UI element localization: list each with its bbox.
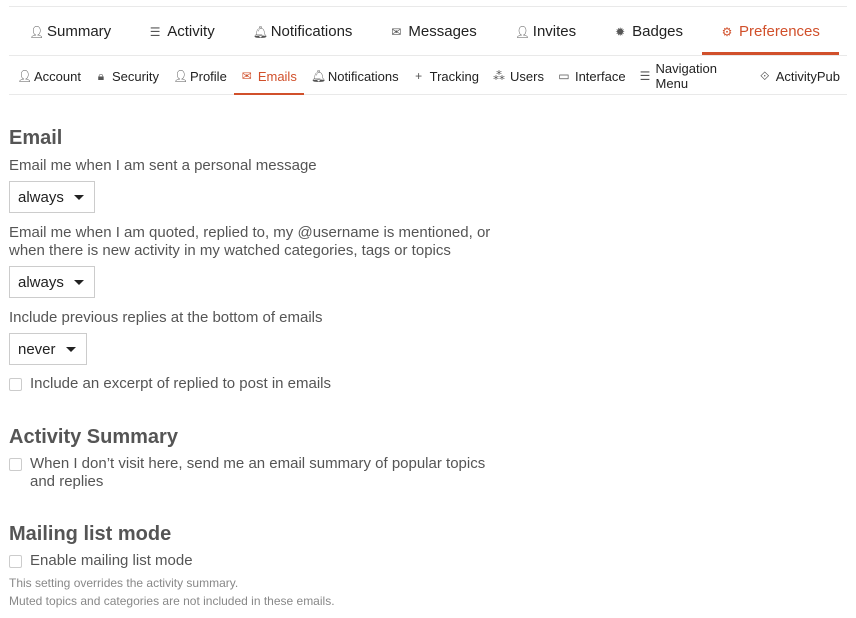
user-plus-icon: 👤︎ bbox=[514, 24, 531, 39]
caret-down-icon bbox=[73, 194, 84, 200]
envelope-icon: ✉ bbox=[241, 69, 252, 83]
subtab-emails[interactable]: ✉ Emails bbox=[233, 58, 304, 95]
users-icon: ⁂ bbox=[493, 69, 506, 83]
previous-replies-select[interactable]: never bbox=[9, 333, 87, 365]
excerpt-checkbox[interactable] bbox=[9, 378, 22, 391]
envelope-icon: ✉ bbox=[391, 24, 402, 39]
tab-messages[interactable]: ✉ Messages bbox=[371, 8, 495, 55]
digest-checkbox[interactable] bbox=[9, 458, 22, 471]
checkbox-label: When I don’t visit here, send me an emai… bbox=[30, 455, 486, 490]
preferences-nav: 👤︎ Account 🔒︎ Security 👤︎ Profile ✉ Emails 🔔… bbox=[9, 58, 847, 95]
email-preferences: Email Email me when I am sent a personal… bbox=[9, 125, 499, 610]
tab-label: Badges bbox=[632, 23, 684, 40]
subtab-users[interactable]: ⁂ Users bbox=[486, 58, 551, 94]
digest-checkbox-row[interactable]: When I don’t visit here, send me an emai… bbox=[9, 455, 499, 491]
tab-label: Summary bbox=[47, 23, 112, 40]
subtab-security[interactable]: 🔒︎ Security bbox=[88, 58, 166, 94]
top-divider bbox=[9, 6, 847, 7]
bars-icon: ☰ bbox=[639, 69, 651, 83]
mention-email-select[interactable]: always bbox=[9, 266, 95, 298]
previous-replies-label: Include previous replies at the bottom o… bbox=[9, 309, 323, 326]
email-heading: Email bbox=[9, 127, 63, 149]
tab-summary[interactable]: 👤︎ Summary bbox=[9, 8, 130, 55]
tab-label: Invites bbox=[532, 23, 577, 40]
subtab-notifications[interactable]: 🔔︎ Notifications bbox=[304, 58, 406, 94]
select-value: always bbox=[18, 188, 64, 206]
tab-label: Tracking bbox=[429, 68, 480, 84]
tab-label: Users bbox=[510, 68, 544, 84]
pm-email-select[interactable]: always bbox=[9, 181, 95, 213]
select-value: always bbox=[18, 273, 64, 291]
mention-label: Email me when I am quoted, replied to, m… bbox=[9, 224, 491, 259]
tab-label: Activity bbox=[167, 23, 215, 40]
subtab-account[interactable]: 👤︎ Account bbox=[9, 58, 88, 94]
tab-label: Notifications bbox=[270, 23, 353, 40]
subtab-activitypub[interactable]: ⟐ ActivityPub bbox=[752, 58, 847, 94]
tab-label: Navigation Menu bbox=[655, 61, 717, 91]
caret-down-icon bbox=[73, 279, 84, 285]
mailing-list-heading: Mailing list mode bbox=[9, 523, 172, 545]
tab-label: Preferences bbox=[739, 23, 820, 40]
checkbox-label: Enable mailing list mode bbox=[30, 552, 193, 569]
activitypub-icon: ⟐ bbox=[759, 68, 770, 83]
tab-label: Profile bbox=[189, 68, 227, 84]
tab-invites[interactable]: 👤︎ Invites bbox=[496, 8, 595, 55]
user-icon: 👤︎ bbox=[17, 69, 33, 83]
activity-summary-heading: Activity Summary bbox=[9, 426, 178, 448]
tab-label: Account bbox=[34, 68, 81, 84]
plus-icon: + bbox=[415, 69, 423, 83]
user-icon: 👤︎ bbox=[172, 69, 189, 83]
lock-icon: 🔒︎ bbox=[97, 68, 105, 83]
subtab-profile[interactable]: 👤︎ Profile bbox=[166, 58, 234, 94]
select-value: never bbox=[18, 340, 56, 358]
bell-icon: 🔔︎ bbox=[310, 69, 327, 83]
gear-icon: ⚙ bbox=[721, 24, 733, 39]
mailing-list-checkbox-row[interactable]: Enable mailing list mode bbox=[9, 552, 499, 570]
tab-label: Interface bbox=[574, 68, 626, 84]
tab-badges[interactable]: ✹ Badges bbox=[595, 8, 702, 55]
tab-preferences[interactable]: ⚙ Preferences bbox=[702, 8, 839, 55]
tab-label: Messages bbox=[408, 23, 477, 40]
tab-label: ActivityPub bbox=[775, 68, 840, 84]
tab-notifications[interactable]: 🔔︎ Notifications bbox=[234, 8, 372, 55]
user-icon: 👤︎ bbox=[29, 24, 45, 39]
tab-label: Security bbox=[111, 68, 159, 84]
checkbox-label: Include an excerpt of replied to post in… bbox=[30, 375, 332, 392]
bell-icon: 🔔︎ bbox=[252, 24, 268, 39]
pm-label: Email me when I am sent a personal messa… bbox=[9, 157, 317, 174]
excerpt-checkbox-row[interactable]: Include an excerpt of replied to post in… bbox=[9, 375, 499, 393]
certificate-icon: ✹ bbox=[615, 24, 626, 39]
subtab-interface[interactable]: ▭ Interface bbox=[551, 58, 633, 94]
tab-label: Notifications bbox=[327, 68, 399, 84]
desktop-icon: ▭ bbox=[558, 69, 570, 83]
tab-label: Emails bbox=[257, 68, 297, 84]
mailing-list-checkbox[interactable] bbox=[9, 555, 22, 568]
list-icon: ☰ bbox=[149, 24, 161, 39]
subtab-tracking[interactable]: + Tracking bbox=[406, 58, 486, 94]
mailing-note-1: This setting overrides the activity summ… bbox=[9, 576, 239, 590]
caret-down-icon bbox=[65, 346, 76, 352]
user-nav: 👤︎ Summary ☰ Activity 🔔︎ Notifications ✉ Mes… bbox=[9, 8, 847, 56]
subtab-navigation-menu[interactable]: ☰ Navigation Menu bbox=[633, 58, 752, 94]
tab-activity[interactable]: ☰ Activity bbox=[130, 8, 234, 55]
mailing-note-2: Muted topics and categories are not incl… bbox=[9, 594, 335, 608]
